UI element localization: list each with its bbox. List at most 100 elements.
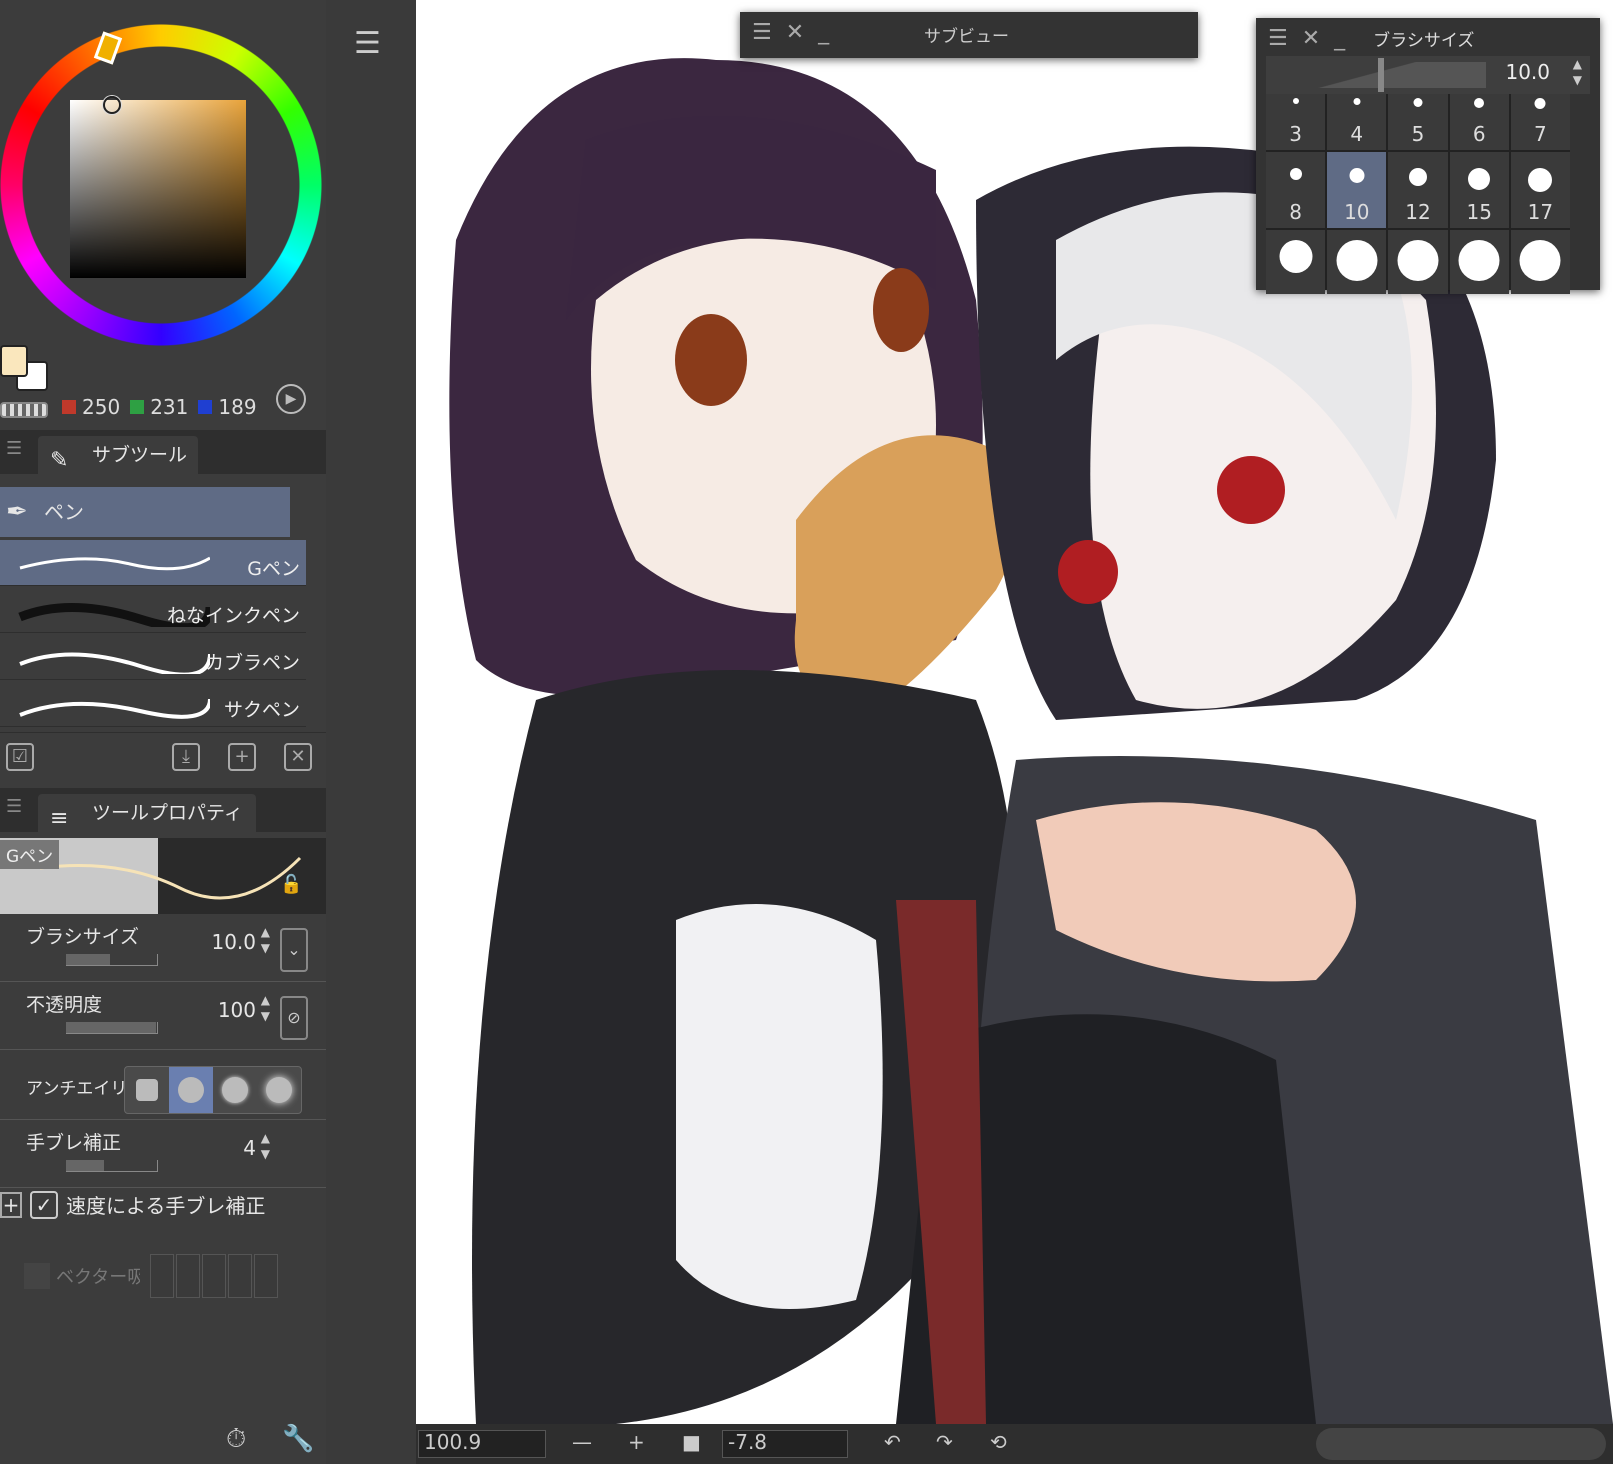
brush-dot — [1292, 98, 1299, 104]
antialias-none[interactable] — [125, 1067, 169, 1113]
brush-stroke-preview — [19, 698, 210, 719]
brushsize-slider[interactable]: 10.0 ▲ ▼ — [1266, 56, 1590, 94]
brush-dot — [1528, 168, 1553, 192]
spinner-icon[interactable]: ▲ ▼ — [1573, 56, 1582, 88]
left-bottom-bar: ⏱ 🔧 — [0, 1414, 326, 1464]
brushsize-cell[interactable]: 6 — [1449, 94, 1509, 150]
scrollbar[interactable] — [1316, 1428, 1606, 1460]
prop-name: 手ブレ補正 — [26, 1132, 122, 1154]
timer-icon[interactable]: ⏱ — [226, 1424, 246, 1455]
antialias-strong[interactable] — [257, 1067, 301, 1113]
layer-menu-icon[interactable]: ☰ — [354, 26, 388, 61]
pen-tool-icon: ✎ — [50, 448, 69, 473]
blue-marker — [198, 400, 213, 414]
import-icon[interactable]: ⤓ — [172, 743, 200, 771]
reset-rotation-icon[interactable]: ⟲ — [990, 1430, 1007, 1454]
prop-brush-size[interactable]: ブラシサイズ 10.0 ▲ ▼ ⌄ — [0, 914, 326, 982]
close-icon[interactable]: ✕ — [1302, 26, 1320, 51]
prop-value[interactable]: 100 — [218, 998, 256, 1022]
tab-subtool[interactable]: ✎ サブツール — [38, 436, 198, 474]
brush-item[interactable]: Gペン — [0, 540, 306, 586]
rotate-right-icon[interactable]: ↷ — [936, 1430, 953, 1454]
brushsize-cell[interactable]: 5 — [1388, 94, 1448, 150]
zoom-in-button[interactable]: + — [628, 1430, 645, 1454]
foreground-color-swatch[interactable] — [0, 345, 28, 377]
brushsize-cell-label: 12 — [1405, 200, 1431, 224]
brush-item[interactable]: サクペン — [0, 681, 306, 727]
subtool-group-pen[interactable]: ✒ ペン — [0, 487, 290, 537]
brush-dot — [1353, 98, 1361, 105]
tab-subtool-label: サブツール — [92, 444, 188, 466]
brush-item[interactable]: ねなインクペン — [0, 587, 306, 633]
brushsize-cell-label: 5 — [1411, 122, 1425, 146]
preview-label: Gペン — [0, 840, 60, 869]
minimize-icon[interactable]: _ — [818, 20, 829, 45]
prop-value[interactable]: 4 — [243, 1136, 256, 1160]
menu-icon[interactable]: ☰ — [1268, 26, 1288, 51]
checkbox[interactable]: ✓ — [30, 1190, 58, 1219]
vector-label: ベクター吸着 — [56, 1267, 140, 1288]
brushsize-window: ☰ ✕ _ ブラシサイズ 10.0 ▲ ▼ 3 4 5 6 7 8 10 12 15 17 — [1256, 18, 1600, 294]
brushsize-cell[interactable] — [1388, 230, 1448, 294]
antialias-weak[interactable] — [169, 1067, 213, 1113]
settings-icon[interactable]: ⊘ — [280, 996, 308, 1040]
speed-stab-row[interactable]: + ✓ 速度による手ブレ補正 — [0, 1190, 265, 1219]
brushsize-cell[interactable] — [1266, 230, 1326, 294]
prop-opacity[interactable]: 不透明度 100 ▲ ▼ ⊘ — [0, 982, 326, 1050]
prop-slider[interactable] — [66, 1160, 158, 1172]
spinner-icon[interactable]: ▲ ▼ — [261, 924, 270, 956]
slider-thumb[interactable] — [1378, 58, 1384, 92]
trash-icon[interactable]: ✕ — [284, 743, 312, 771]
transparent-color-swatch[interactable] — [0, 402, 48, 418]
brushsize-titlebar[interactable]: ☰ ✕ _ ブラシサイズ — [1256, 18, 1600, 58]
antialias-medium[interactable] — [213, 1067, 257, 1113]
antialias-selector[interactable] — [124, 1066, 302, 1114]
spinner-icon[interactable]: ▲ ▼ — [261, 1130, 270, 1162]
prop-slider[interactable] — [66, 954, 158, 966]
brushsize-cell[interactable]: 10 — [1327, 152, 1387, 228]
color-cursor[interactable] — [103, 96, 121, 114]
menu-icon[interactable]: ☰ — [6, 438, 22, 459]
prop-stabilization[interactable]: 手ブレ補正 4 ▲ ▼ — [0, 1120, 326, 1188]
prop-slider[interactable] — [66, 1022, 158, 1034]
close-icon[interactable]: ✕ — [786, 20, 804, 45]
brush-item[interactable]: カブラペン — [0, 634, 306, 680]
wrench-icon[interactable]: 🔧 — [282, 1424, 314, 1454]
brushsize-cell[interactable]: 12 — [1388, 152, 1448, 228]
spinner-icon[interactable]: ▲ ▼ — [261, 992, 270, 1024]
brush-stroke-preview — [19, 556, 210, 571]
dropdown-icon[interactable]: ⌄ — [280, 928, 308, 972]
rotation-value[interactable]: -7.8 — [728, 1430, 767, 1454]
brushsize-cell[interactable]: 3 — [1266, 94, 1326, 150]
brushsize-cell[interactable]: 17 — [1510, 152, 1570, 228]
brushsize-cell-label: 17 — [1527, 200, 1554, 224]
brushsize-value[interactable]: 10.0 — [1505, 60, 1550, 84]
brushsize-cell[interactable] — [1327, 230, 1387, 294]
brushsize-cell[interactable] — [1510, 230, 1570, 294]
subtool-group-label: ペン — [44, 500, 84, 524]
saturation-value-square[interactable] — [70, 100, 246, 278]
pen-icon: ✒ — [6, 497, 28, 527]
brushsize-cell[interactable]: 4 — [1327, 94, 1387, 150]
duplicate-icon[interactable]: + — [228, 743, 256, 771]
rotate-left-icon[interactable]: ↶ — [884, 1430, 901, 1454]
fit-button[interactable]: ■ — [682, 1430, 701, 1454]
prop-name: 不透明度 — [26, 994, 103, 1016]
tab-toolprop[interactable]: ≡ ツールプロパティ — [38, 794, 256, 832]
minimize-icon[interactable]: _ — [1334, 26, 1345, 51]
brushsize-grid: 3 4 5 6 7 8 10 12 15 17 — [1266, 94, 1570, 294]
brushsize-cell[interactable]: 15 — [1449, 152, 1509, 228]
zoom-out-button[interactable]: — — [572, 1430, 592, 1454]
subtool-settings-icon[interactable]: ☑ — [6, 743, 34, 771]
menu-icon[interactable]: ☰ — [752, 20, 772, 45]
prop-value[interactable]: 10.0 — [211, 930, 256, 954]
menu-icon[interactable]: ☰ — [6, 796, 22, 817]
expand-icon[interactable]: + — [0, 1191, 22, 1218]
lock-icon[interactable]: 🔓 — [280, 874, 302, 895]
brushsize-cell[interactable] — [1449, 230, 1509, 294]
brush-item-label: ねなインクペン — [166, 605, 300, 627]
brushsize-cell[interactable]: 8 — [1266, 152, 1326, 228]
brushsize-cell[interactable]: 7 — [1510, 94, 1570, 150]
play-icon[interactable]: ▶ — [276, 384, 306, 414]
zoom-value[interactable]: 100.9 — [424, 1430, 481, 1454]
